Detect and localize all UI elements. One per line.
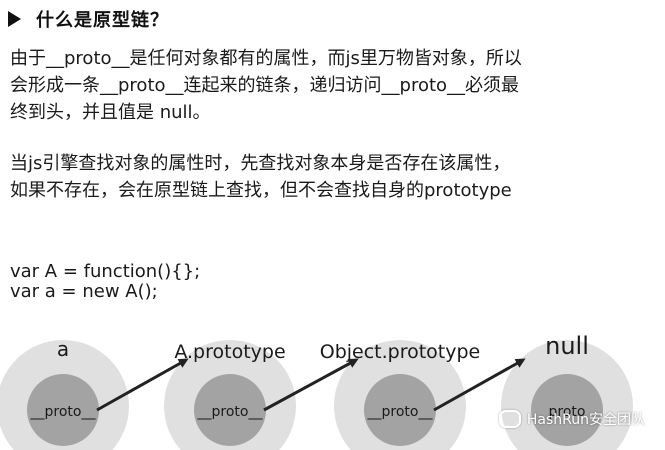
chain-node: nullproto <box>501 332 633 450</box>
section-title: 什么是原型链？ <box>36 10 169 31</box>
prototype-chain-diagram: a __proto__ A.prototype __proto__ Object.pro… <box>0 320 665 450</box>
paragraph-property-lookup: 当js引擎查找对象的属性时，先查找对象本身是否存在该属性， 如果不存在，会在原型… <box>10 150 512 204</box>
code-line: var A = function(){}; <box>10 261 201 282</box>
node-label: null <box>545 332 589 360</box>
paragraph-proto-chain: 由于__proto__是任何对象都有的属性，而js里万物皆对象，所以 会形成一条… <box>10 45 522 126</box>
watermark: HashRun安全团队 <box>498 409 645 429</box>
triangle-right-icon <box>8 11 21 27</box>
node-label: Object.prototype <box>320 341 481 363</box>
paragraph-line: 当js引擎查找对象的属性时，先查找对象本身是否存在该属性， <box>10 153 511 174</box>
node-label: a <box>57 337 69 361</box>
watermark-text: HashRun安全团队 <box>526 412 645 428</box>
paragraph-line: 由于__proto__是任何对象都有的属性，而js里万物皆对象，所以 <box>10 48 522 69</box>
node-label: A.prototype <box>174 341 285 363</box>
node-proto-label: __proto__ <box>197 404 264 420</box>
paragraph-line: 会形成一条__proto__连起来的链条，递归访问__proto__必须最 <box>10 75 520 96</box>
prototype-chain-svg: a__proto__A.prototype__proto__Object.pro… <box>0 332 633 450</box>
code-line: var a = new A(); <box>10 281 158 302</box>
chain-node: A.prototype __proto__ <box>164 340 296 450</box>
code-snippet: var A = function(){}; var a = new A(); <box>10 262 200 302</box>
paragraph-line: 终到头，并且值是 null。 <box>10 102 211 123</box>
chain-node: a __proto__ <box>0 337 129 450</box>
node-proto-label: __proto__ <box>367 404 434 420</box>
paragraph-line: 如果不存在，会在原型链上查找，但不会查找自身的prototype <box>10 180 512 201</box>
section-heading: 什么是原型链？ <box>8 6 169 32</box>
chain-node: Object.prototype __proto__ <box>320 340 481 450</box>
wechat-icon <box>498 410 521 428</box>
node-proto-label: __proto__ <box>30 404 97 420</box>
